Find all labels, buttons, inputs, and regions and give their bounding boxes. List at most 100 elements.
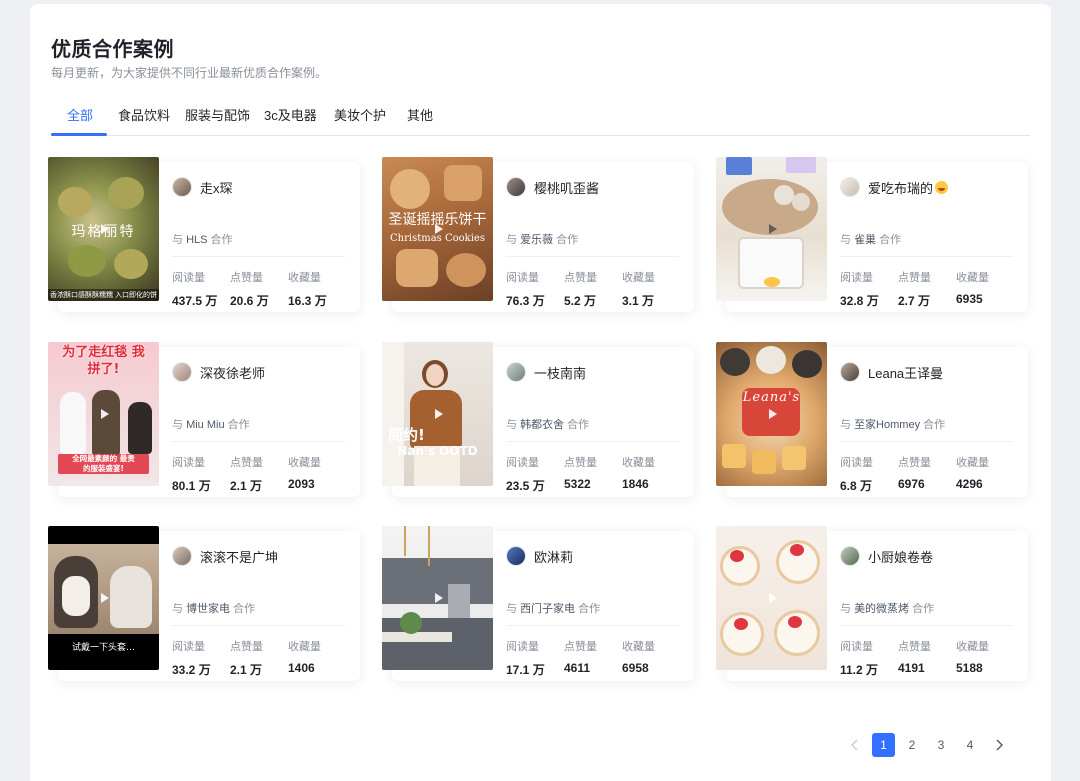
stat-reads: 阅读量 17.1 万 (506, 641, 545, 677)
play-icon[interactable] (93, 587, 115, 609)
page-subtitle: 每月更新，为大家提供不同行业最新优质合作案例。 (51, 66, 328, 80)
case-card[interactable]: 圣诞摇摇乐饼干 Christmas Cookies 樱桃叽歪酱 与 爱乐薇 合作… (382, 157, 694, 317)
play-icon[interactable] (761, 587, 783, 609)
chevron-left-icon[interactable] (848, 738, 862, 752)
author-name: 滚滚不是广坤 (200, 549, 279, 565)
tab-other[interactable]: 其他 (407, 105, 433, 124)
author[interactable]: 一枝南南 (506, 362, 586, 382)
stat-reads: 阅读量 6.8 万 (840, 457, 873, 493)
avatar (172, 362, 192, 382)
author[interactable]: Leana王译曼 (840, 362, 943, 382)
case-card[interactable]: Leana's Leana王译曼 与 至家Hommey 合作 阅读量 6.8 万… (716, 342, 1028, 502)
brand-name: HLS (186, 234, 208, 246)
author-name: 小厨娘卷卷 (868, 549, 934, 565)
author[interactable]: 爱吃布瑞的 (840, 177, 949, 197)
stat-favorites: 收藏量 16.3 万 (288, 272, 327, 308)
brand-name: 西门子家电 (520, 603, 576, 615)
tab-food-beverage[interactable]: 食品饮料 (118, 105, 170, 124)
author[interactable]: 樱桃叽歪酱 (506, 177, 599, 197)
case-card[interactable]: 欧淋莉 与 西门子家电 合作 阅读量 17.1 万 点赞量 4611 收藏量 6… (382, 526, 694, 686)
case-thumbnail[interactable]: 试戴一下头套… (48, 526, 159, 670)
case-thumbnail[interactable]: 为了走红毯 我拼了! 全网最素颜的 最贵的服装盛宴! (48, 342, 159, 486)
thumbnail-caption: 简约! (388, 426, 425, 444)
play-icon[interactable] (427, 587, 449, 609)
divider (840, 625, 1013, 626)
author[interactable]: 小厨娘卷卷 (840, 546, 933, 566)
author-name: 爱吃布瑞的 (868, 180, 934, 196)
stat-likes: 点赞量 6976 (898, 457, 931, 491)
collaboration-info: 与 博世家电 合作 (172, 603, 256, 615)
case-thumbnail[interactable]: 简约! Nan's OOTD (382, 342, 493, 486)
tab-3c-electronics[interactable]: 3c及电器 (264, 105, 317, 124)
case-thumbnail[interactable] (382, 526, 493, 670)
author-name: 一枝南南 (534, 365, 587, 381)
case-card[interactable]: 简约! Nan's OOTD 一枝南南 与 韩都衣舍 合作 阅读量 23.5 万… (382, 342, 694, 502)
case-thumbnail[interactable]: 圣诞摇摇乐饼干 Christmas Cookies (382, 157, 493, 301)
tab-apparel-accessories[interactable]: 服装与配饰 (185, 105, 250, 124)
collaboration-info: 与 Miu Miu 合作 (172, 419, 250, 431)
author-name: 走x琛 (200, 180, 233, 196)
page-2-button[interactable]: 2 (905, 733, 919, 757)
active-tab-indicator (51, 133, 107, 136)
play-icon[interactable] (93, 403, 115, 425)
tab-beauty-care[interactable]: 美妆个护 (334, 105, 386, 124)
play-icon[interactable] (427, 218, 449, 240)
divider (172, 441, 345, 442)
stat-favorites: 收藏量 3.1 万 (622, 272, 655, 308)
page-3-button[interactable]: 3 (934, 733, 948, 757)
play-icon[interactable] (761, 403, 783, 425)
stat-reads: 阅读量 23.5 万 (506, 457, 545, 493)
play-icon[interactable] (761, 218, 783, 240)
collaboration-info: 与 美的微蒸烤 合作 (840, 603, 935, 615)
author-name: Leana王译曼 (868, 365, 944, 381)
divider (506, 256, 679, 257)
play-icon[interactable] (427, 403, 449, 425)
divider (840, 256, 1013, 257)
author-name: 深夜徐老师 (200, 365, 266, 381)
page-title: 优质合作案例 (51, 39, 174, 61)
thumbnail-footer: Nan's OOTD (397, 444, 478, 458)
case-card[interactable]: 小厨娘卷卷 与 美的微蒸烤 合作 阅读量 11.2 万 点赞量 4191 收藏量… (716, 526, 1028, 686)
stat-reads: 阅读量 32.8 万 (840, 272, 879, 308)
stat-reads: 阅读量 437.5 万 (172, 272, 218, 308)
avatar (172, 546, 192, 566)
page-1-button[interactable]: 1 (872, 733, 895, 757)
brand-name: 博世家电 (186, 603, 231, 615)
stat-likes: 点赞量 2.7 万 (898, 272, 931, 308)
stat-reads: 阅读量 80.1 万 (172, 457, 211, 493)
collaboration-info: 与 韩都衣舍 合作 (506, 419, 590, 431)
divider (172, 256, 345, 257)
case-thumbnail[interactable] (716, 157, 827, 301)
author[interactable]: 欧淋莉 (506, 546, 573, 566)
thumbnail-footer: 香浓酥口感酥酥糯糯 入口即化的饼 (50, 292, 157, 299)
author[interactable]: 深夜徐老师 (172, 362, 265, 382)
stat-likes: 点赞量 4611 (564, 641, 597, 675)
stat-likes: 点赞量 4191 (898, 641, 931, 675)
brand-name: 雀巢 (854, 234, 877, 246)
case-thumbnail[interactable] (716, 526, 827, 670)
case-card[interactable]: 为了走红毯 我拼了! 全网最素颜的 最贵的服装盛宴! 深夜徐老师 与 Miu M… (48, 342, 360, 502)
author-name: 樱桃叽歪酱 (534, 180, 600, 196)
case-thumbnail[interactable]: Leana's (716, 342, 827, 486)
collaboration-info: 与 雀巢 合作 (840, 234, 902, 246)
thumbnail-footer: 试戴一下头套… (71, 643, 135, 653)
page-4-button[interactable]: 4 (963, 733, 977, 757)
stat-favorites: 收藏量 6935 (956, 272, 989, 306)
stat-favorites: 收藏量 6958 (622, 641, 655, 675)
stat-likes: 点赞量 2.1 万 (230, 641, 263, 677)
avatar (172, 177, 192, 197)
case-thumbnail[interactable]: 玛格丽特 香浓酥口感酥酥糯糯 入口即化的饼 (48, 157, 159, 301)
case-card[interactable]: 爱吃布瑞的 与 雀巢 合作 阅读量 32.8 万 点赞量 2.7 万 收藏量 6… (716, 157, 1028, 317)
author[interactable]: 滚滚不是广坤 (172, 546, 278, 566)
author[interactable]: 走x琛 (172, 177, 233, 197)
play-icon[interactable] (93, 218, 115, 240)
avatar (506, 362, 526, 382)
stat-likes: 点赞量 5.2 万 (564, 272, 597, 308)
case-card[interactable]: 试戴一下头套… 滚滚不是广坤 与 博世家电 合作 阅读量 33.2 万 点赞量 … (48, 526, 360, 686)
divider (840, 441, 1013, 442)
tab-all[interactable]: 全部 (67, 105, 93, 124)
chevron-right-icon[interactable] (992, 738, 1006, 752)
stat-favorites: 收藏量 1846 (622, 457, 655, 491)
avatar (840, 546, 860, 566)
case-card[interactable]: 玛格丽特 香浓酥口感酥酥糯糯 入口即化的饼 走x琛 与 HLS 合作 阅读量 4… (48, 157, 360, 317)
